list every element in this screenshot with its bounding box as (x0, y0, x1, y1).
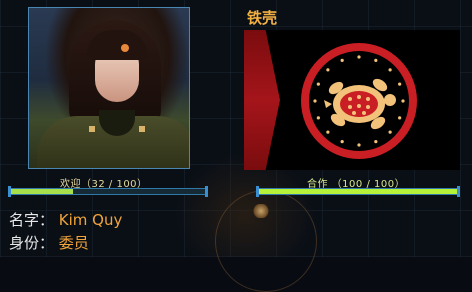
role-key: 身份： (9, 234, 55, 252)
turtle-emblem-icon (301, 43, 417, 159)
hairpin-icon (121, 44, 129, 52)
faction-arrow (244, 30, 280, 170)
character-portrait[interactable] (28, 7, 190, 169)
name-row: 名字： Kim Quy (9, 209, 122, 230)
favor-bar (8, 186, 208, 197)
role-row: 身份： 委员 (9, 232, 89, 253)
favor-bar-fill (11, 189, 74, 194)
faction-panel[interactable] (244, 30, 460, 170)
cooperation-bar-fill (259, 189, 457, 194)
cooperation-bar (256, 186, 460, 197)
character-role: 委员 (58, 234, 89, 252)
faction-title: 铁壳 (247, 9, 278, 27)
character-name: Kim Quy (58, 211, 123, 229)
name-key: 名字： (9, 211, 55, 229)
ship-icon (252, 204, 270, 218)
